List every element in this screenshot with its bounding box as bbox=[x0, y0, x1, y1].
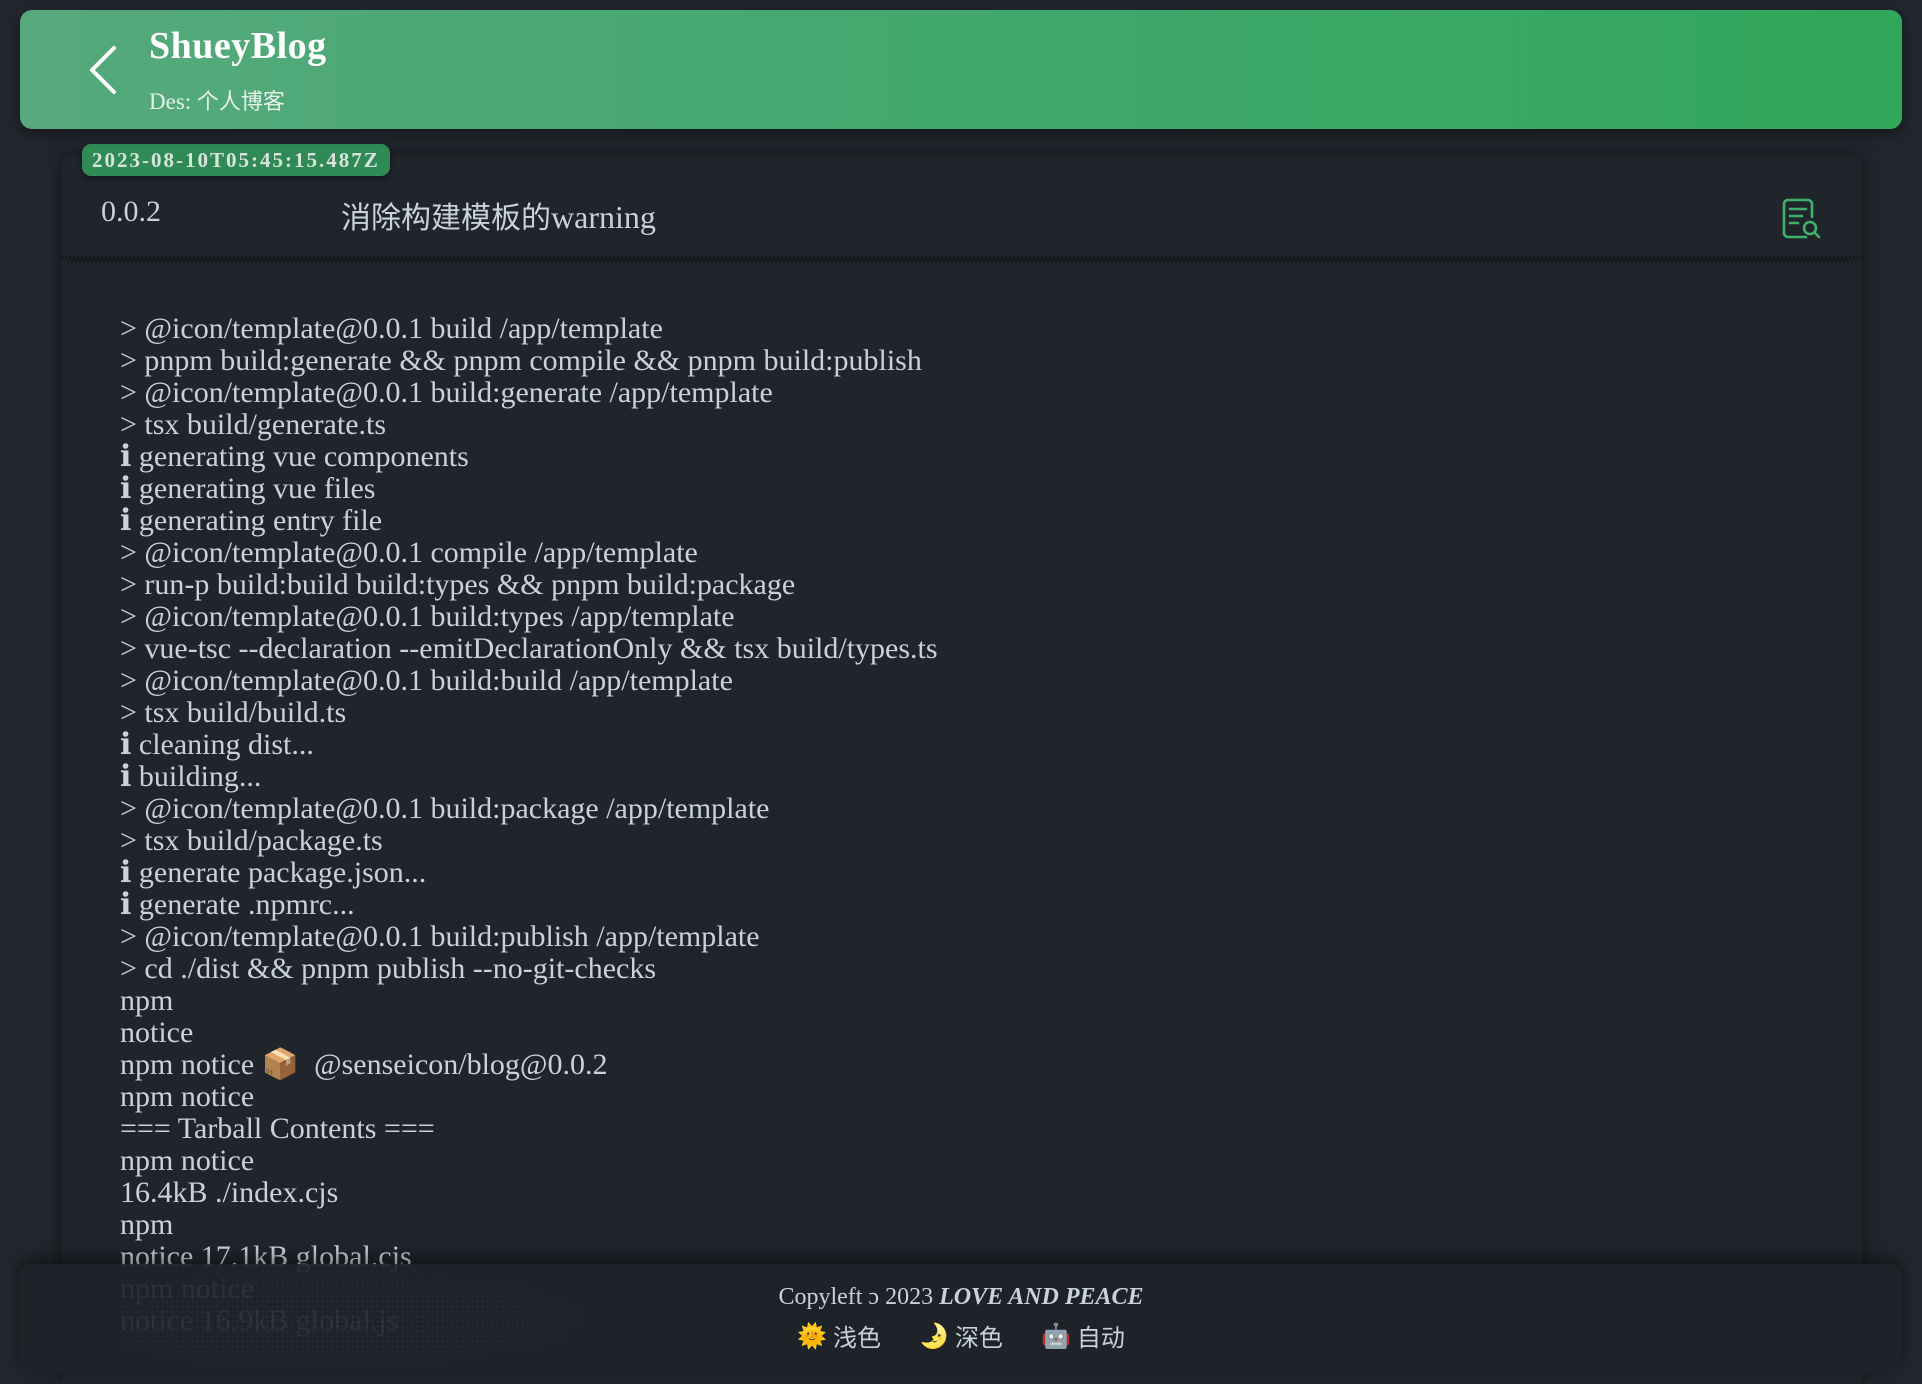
log-line: > @icon/template@0.0.1 build:build /app/… bbox=[120, 664, 733, 697]
log-line: > @icon/template@0.0.1 build:package /ap… bbox=[120, 792, 770, 825]
log-line: > tsx build/package.ts bbox=[120, 824, 383, 857]
site-description: Des: 个人博客 bbox=[149, 84, 285, 116]
log-line: > run-p build:build build:types && pnpm … bbox=[120, 568, 796, 601]
post-version: 0.0.2 bbox=[101, 195, 161, 228]
log-line: 16.4kB ./index.cjs bbox=[120, 1176, 339, 1209]
post-card: 0.0.2 消除构建模板的warning > @icon/template@0.… bbox=[62, 155, 1862, 1384]
post-commit-message: 消除构建模板的warning bbox=[341, 193, 656, 237]
chevron-left-icon bbox=[90, 46, 116, 94]
log-line: > @icon/template@0.0.1 build:generate /a… bbox=[120, 376, 773, 409]
log-line: > @icon/template@0.0.1 build:publish /ap… bbox=[120, 920, 760, 953]
log-line: npm notice bbox=[120, 1080, 255, 1113]
post-timestamp-badge: 2023-08-10T05:45:15.487Z bbox=[82, 144, 390, 176]
log-line: > vue-tsc --declaration --emitDeclaratio… bbox=[120, 632, 938, 665]
theme-dark-label: 深色 bbox=[954, 1324, 1003, 1352]
back-button[interactable] bbox=[64, 30, 144, 110]
log-line: === Tarball Contents === bbox=[120, 1112, 435, 1145]
robot-icon: 🤖 bbox=[1040, 1321, 1071, 1350]
theme-dark-button[interactable]: 🌛 深色 bbox=[919, 1318, 1003, 1353]
log-line: npm notice 📦 @senseicon/blog@0.0.2 bbox=[120, 1048, 608, 1081]
log-line: > @icon/template@0.0.1 build /app/templa… bbox=[120, 312, 663, 345]
theme-auto-label: 自动 bbox=[1076, 1324, 1125, 1352]
document-search-icon[interactable] bbox=[1780, 197, 1822, 241]
commit-message-en: warning bbox=[551, 199, 656, 235]
theme-light-button[interactable]: 🌞 浅色 bbox=[797, 1318, 881, 1353]
moon-icon: 🌛 bbox=[919, 1321, 949, 1350]
theme-light-label: 浅色 bbox=[833, 1324, 882, 1352]
copyright-text: Copyleft ɔ 2023 LOVE AND PEACE bbox=[20, 1284, 1902, 1311]
log-line: npm bbox=[120, 1208, 174, 1241]
commit-message-zh: 消除构建模板的 bbox=[341, 201, 551, 236]
log-line: ℹ generating vue files bbox=[120, 472, 376, 505]
log-line: > tsx build/build.ts bbox=[120, 696, 347, 729]
site-footer: Copyleft ɔ 2023 LOVE AND PEACE 🌞 浅色 🌛 深色… bbox=[20, 1264, 1902, 1374]
log-line: ℹ generate .npmrc... bbox=[120, 888, 355, 921]
log-line: ℹ building... bbox=[120, 760, 262, 793]
log-line: npm bbox=[120, 984, 174, 1017]
log-line: > @icon/template@0.0.1 compile /app/temp… bbox=[120, 536, 698, 569]
site-header: ShueyBlog Des: 个人博客 bbox=[20, 10, 1902, 129]
build-log: > @icon/template@0.0.1 build /app/templa… bbox=[120, 313, 1820, 1337]
log-line: npm notice bbox=[120, 1144, 255, 1177]
site-title: ShueyBlog bbox=[149, 25, 327, 67]
sun-icon: 🌞 bbox=[797, 1321, 828, 1350]
log-line: ℹ cleaning dist... bbox=[120, 728, 314, 761]
copyright-motto: LOVE AND PEACE bbox=[939, 1284, 1144, 1310]
page: 0.0.2 消除构建模板的warning > @icon/template@0.… bbox=[0, 0, 1922, 1384]
theme-switcher: 🌞 浅色 🌛 深色 🤖 自动 bbox=[20, 1318, 1902, 1353]
log-line: notice bbox=[120, 1016, 194, 1049]
log-line: ℹ generating vue components bbox=[120, 440, 469, 473]
log-line: > cd ./dist && pnpm publish --no-git-che… bbox=[120, 952, 657, 985]
log-line: > @icon/template@0.0.1 build:types /app/… bbox=[120, 600, 735, 633]
log-line: ℹ generating entry file bbox=[120, 504, 383, 537]
log-line: > pnpm build:generate && pnpm compile &&… bbox=[120, 344, 922, 377]
copyright-prefix: Copyleft ɔ 2023 bbox=[778, 1284, 940, 1310]
site-description-value: 个人博客 bbox=[196, 90, 285, 115]
log-line: ℹ generate package.json... bbox=[120, 856, 427, 889]
theme-auto-button[interactable]: 🤖 自动 bbox=[1041, 1318, 1125, 1353]
log-line: > tsx build/generate.ts bbox=[120, 408, 387, 441]
site-description-label: Des: bbox=[149, 89, 192, 114]
